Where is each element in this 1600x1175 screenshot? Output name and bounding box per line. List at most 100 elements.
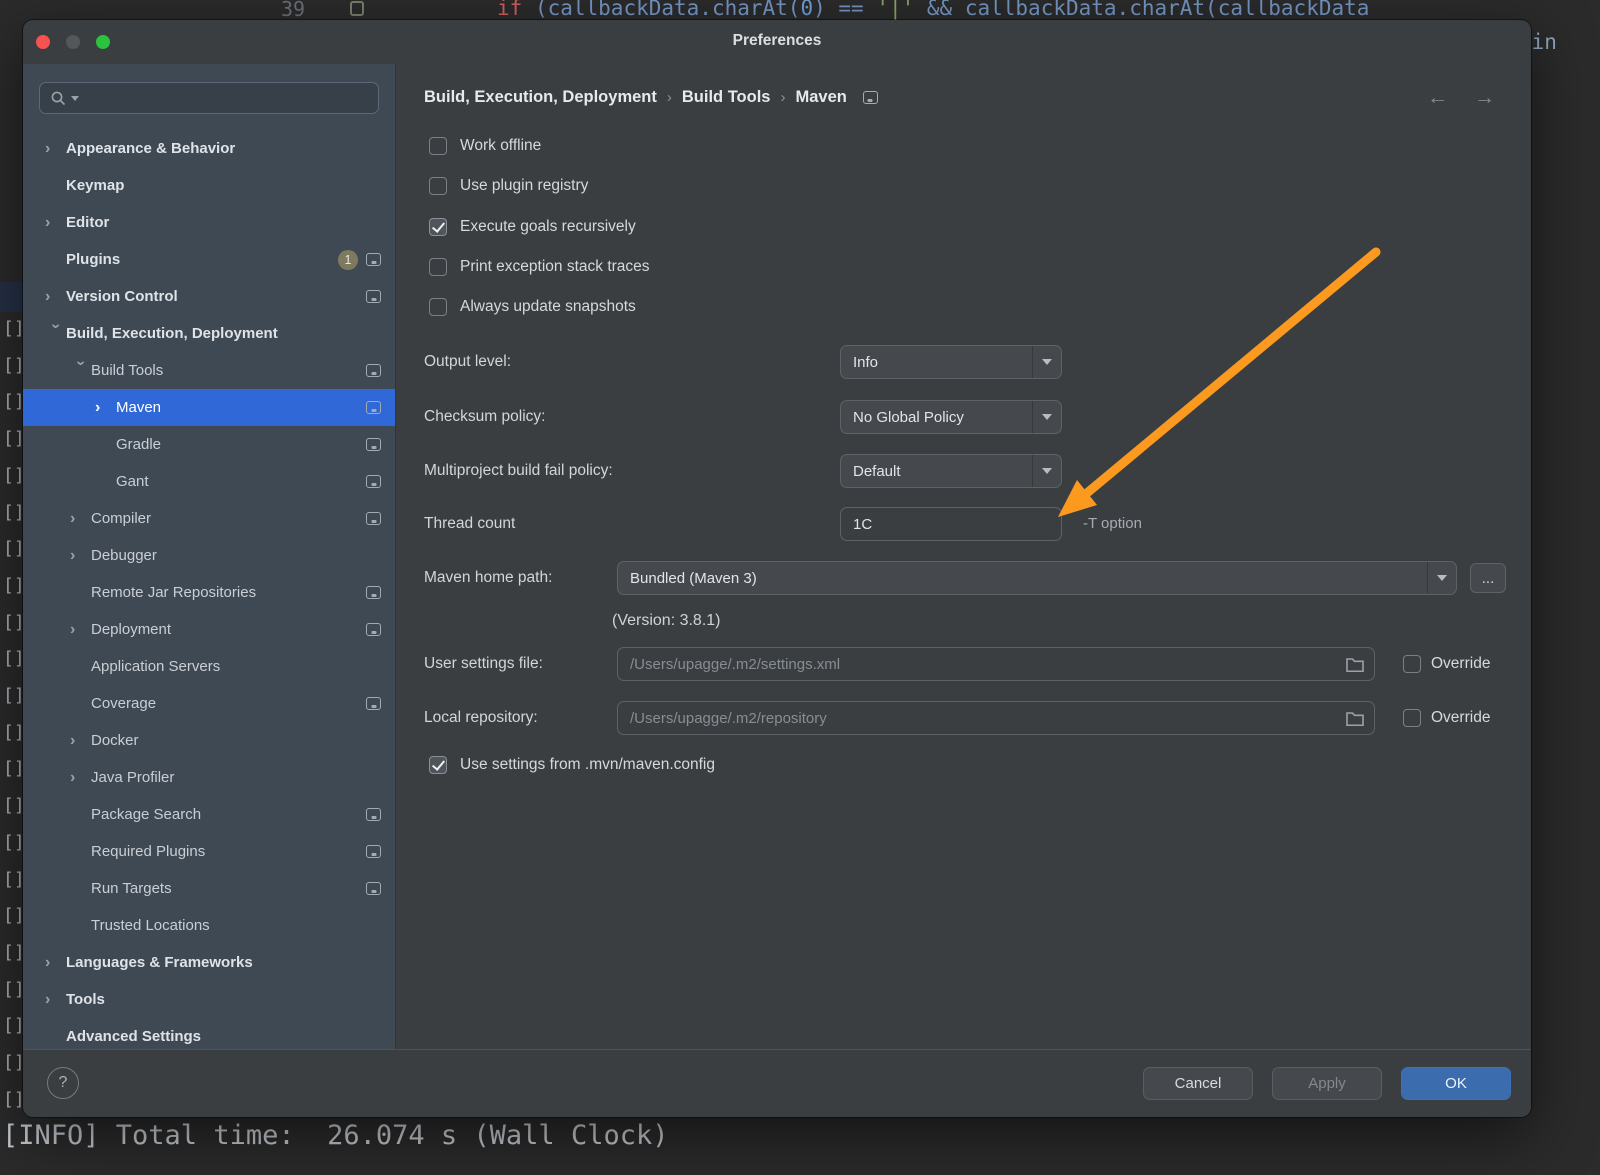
sidebar-item-version-control[interactable]: ›Version Control (23, 278, 395, 315)
sidebar-item-label: Application Servers (91, 658, 381, 675)
shared-settings-icon (366, 290, 381, 303)
user-settings-label: User settings file: (424, 647, 543, 681)
checkbox-box[interactable] (429, 177, 447, 195)
sidebar-item-label: Version Control (66, 288, 366, 305)
chevron-right-icon[interactable]: › (45, 991, 66, 1009)
help-button[interactable]: ? (47, 1067, 79, 1099)
sidebar-item-required-plugins[interactable]: Required Plugins (23, 833, 395, 870)
breadcrumb-item[interactable]: Build, Execution, Deployment (424, 88, 657, 107)
checkbox-always-update-snapshots[interactable]: Always update snapshots (429, 294, 636, 320)
sidebar-item-label: Maven (116, 399, 366, 416)
chevron-right-icon[interactable]: › (70, 769, 91, 787)
editor-selection-band (0, 282, 23, 312)
sidebar-item-plugins[interactable]: Plugins1 (23, 241, 395, 278)
fail-policy-select[interactable]: Default (840, 454, 1062, 488)
shared-settings-icon (366, 882, 381, 895)
chevron-right-icon[interactable]: › (45, 214, 66, 232)
sidebar-item-coverage[interactable]: Coverage (23, 685, 395, 722)
shared-settings-icon (863, 91, 878, 104)
breadcrumb-item[interactable]: Build Tools (682, 88, 771, 107)
console-line-fragment: [] (3, 832, 25, 853)
checkbox-use-plugin-registry[interactable]: Use plugin registry (429, 173, 588, 199)
sidebar-item-label: Docker (91, 732, 381, 749)
thread-count-hint: -T option (1083, 507, 1142, 541)
sidebar-item-deployment[interactable]: ›Deployment (23, 611, 395, 648)
chevron-right-icon[interactable]: › (45, 288, 66, 306)
search-history-chevron-icon[interactable] (71, 96, 79, 101)
chevron-right-icon[interactable]: › (70, 510, 91, 528)
checkbox-box[interactable] (429, 218, 447, 236)
checkbox-execute-goals-recursively[interactable]: Execute goals recursively (429, 214, 636, 240)
breadcrumb-item[interactable]: Maven (795, 88, 846, 107)
back-button[interactable]: ← (1427, 86, 1448, 110)
chevron-down-icon[interactable] (1427, 562, 1456, 594)
sidebar-item-gant[interactable]: Gant (23, 463, 395, 500)
checkbox-box[interactable] (429, 258, 447, 276)
editor-gutter-icon (350, 1, 364, 16)
sidebar-item-java-profiler[interactable]: ›Java Profiler (23, 759, 395, 796)
chevron-down-icon[interactable]: › (72, 360, 90, 381)
chevron-right-icon[interactable]: › (70, 621, 91, 639)
console-output-line: [INFO] Total time: 26.074 s (Wall Clock) (2, 1120, 668, 1151)
chevron-down-icon[interactable] (1032, 401, 1061, 433)
sidebar-item-compiler[interactable]: ›Compiler (23, 500, 395, 537)
console-line-fragment: [] (3, 685, 25, 706)
sidebar-item-run-targets[interactable]: Run Targets (23, 870, 395, 907)
sidebar-item-build-execution-deployment[interactable]: ›Build, Execution, Deployment (23, 315, 395, 352)
checksum-policy-label: Checksum policy: (424, 400, 545, 434)
apply-button[interactable]: Apply (1272, 1067, 1382, 1100)
maven-home-select[interactable]: Bundled (Maven 3) (617, 561, 1457, 595)
sidebar-item-package-search[interactable]: Package Search (23, 796, 395, 833)
chevron-right-icon[interactable]: › (45, 140, 66, 158)
output-level-select[interactable]: Info (840, 345, 1062, 379)
user-settings-override[interactable]: Override (1403, 651, 1490, 677)
sidebar-item-label: Keymap (66, 177, 381, 194)
chevron-down-icon[interactable] (1032, 346, 1061, 378)
folder-icon[interactable] (1346, 711, 1364, 726)
forward-button[interactable]: → (1474, 86, 1495, 110)
override-checkbox[interactable] (1403, 709, 1421, 727)
checkbox-print-exception-stack-traces[interactable]: Print exception stack traces (429, 254, 650, 280)
settings-search-input[interactable] (39, 82, 379, 114)
sidebar-item-maven[interactable]: ›Maven (23, 389, 395, 426)
sidebar-item-remote-jar-repositories[interactable]: Remote Jar Repositories (23, 574, 395, 611)
sidebar-item-appearance-behavior[interactable]: ›Appearance & Behavior (23, 130, 395, 167)
sidebar-item-trusted-locations[interactable]: Trusted Locations (23, 907, 395, 944)
folder-icon[interactable] (1346, 657, 1364, 672)
checksum-policy-select[interactable]: No Global Policy (840, 400, 1062, 434)
chevron-down-icon[interactable]: › (47, 323, 65, 344)
sidebar-item-build-tools[interactable]: ›Build Tools (23, 352, 395, 389)
thread-count-input[interactable]: 1C (840, 507, 1062, 541)
chevron-right-icon[interactable]: › (95, 399, 116, 417)
sidebar-item-tools[interactable]: ›Tools (23, 981, 395, 1018)
sidebar-item-docker[interactable]: ›Docker (23, 722, 395, 759)
chevron-right-icon[interactable]: › (70, 732, 91, 750)
sidebar-item-languages-frameworks[interactable]: ›Languages & Frameworks (23, 944, 395, 981)
cancel-button[interactable]: Cancel (1143, 1067, 1253, 1100)
override-checkbox[interactable] (1403, 655, 1421, 673)
sidebar-item-application-servers[interactable]: Application Servers (23, 648, 395, 685)
console-line-fragment: [] (3, 1089, 25, 1110)
ok-button[interactable]: OK (1401, 1067, 1511, 1100)
checkbox-box[interactable] (429, 298, 447, 316)
local-repository-override[interactable]: Override (1403, 705, 1490, 731)
browse-maven-home-button[interactable]: ... (1470, 563, 1506, 593)
sidebar-item-debugger[interactable]: ›Debugger (23, 537, 395, 574)
chevron-right-icon[interactable]: › (45, 954, 66, 972)
sidebar-item-keymap[interactable]: Keymap (23, 167, 395, 204)
sidebar-item-editor[interactable]: ›Editor (23, 204, 395, 241)
checkbox-box[interactable] (429, 756, 447, 774)
checkbox-work-offline[interactable]: Work offline (429, 133, 541, 159)
chevron-right-icon[interactable]: › (70, 547, 91, 565)
checkbox-use-mvn-config[interactable]: Use settings from .mvn/maven.config (429, 752, 715, 778)
checkbox-box[interactable] (429, 137, 447, 155)
user-settings-file-input[interactable]: /Users/upagge/.m2/settings.xml (617, 647, 1375, 681)
local-repository-input[interactable]: /Users/upagge/.m2/repository (617, 701, 1375, 735)
sidebar-item-label: Languages & Frameworks (66, 954, 381, 971)
maven-version-text: (Version: 3.8.1) (612, 612, 721, 630)
chevron-down-icon[interactable] (1032, 455, 1061, 487)
sidebar-item-gradle[interactable]: Gradle (23, 426, 395, 463)
dialog-titlebar[interactable]: Preferences (23, 20, 1531, 64)
console-line-fragment: [] (3, 428, 25, 449)
sidebar-item-advanced-settings[interactable]: Advanced Settings (23, 1018, 395, 1049)
